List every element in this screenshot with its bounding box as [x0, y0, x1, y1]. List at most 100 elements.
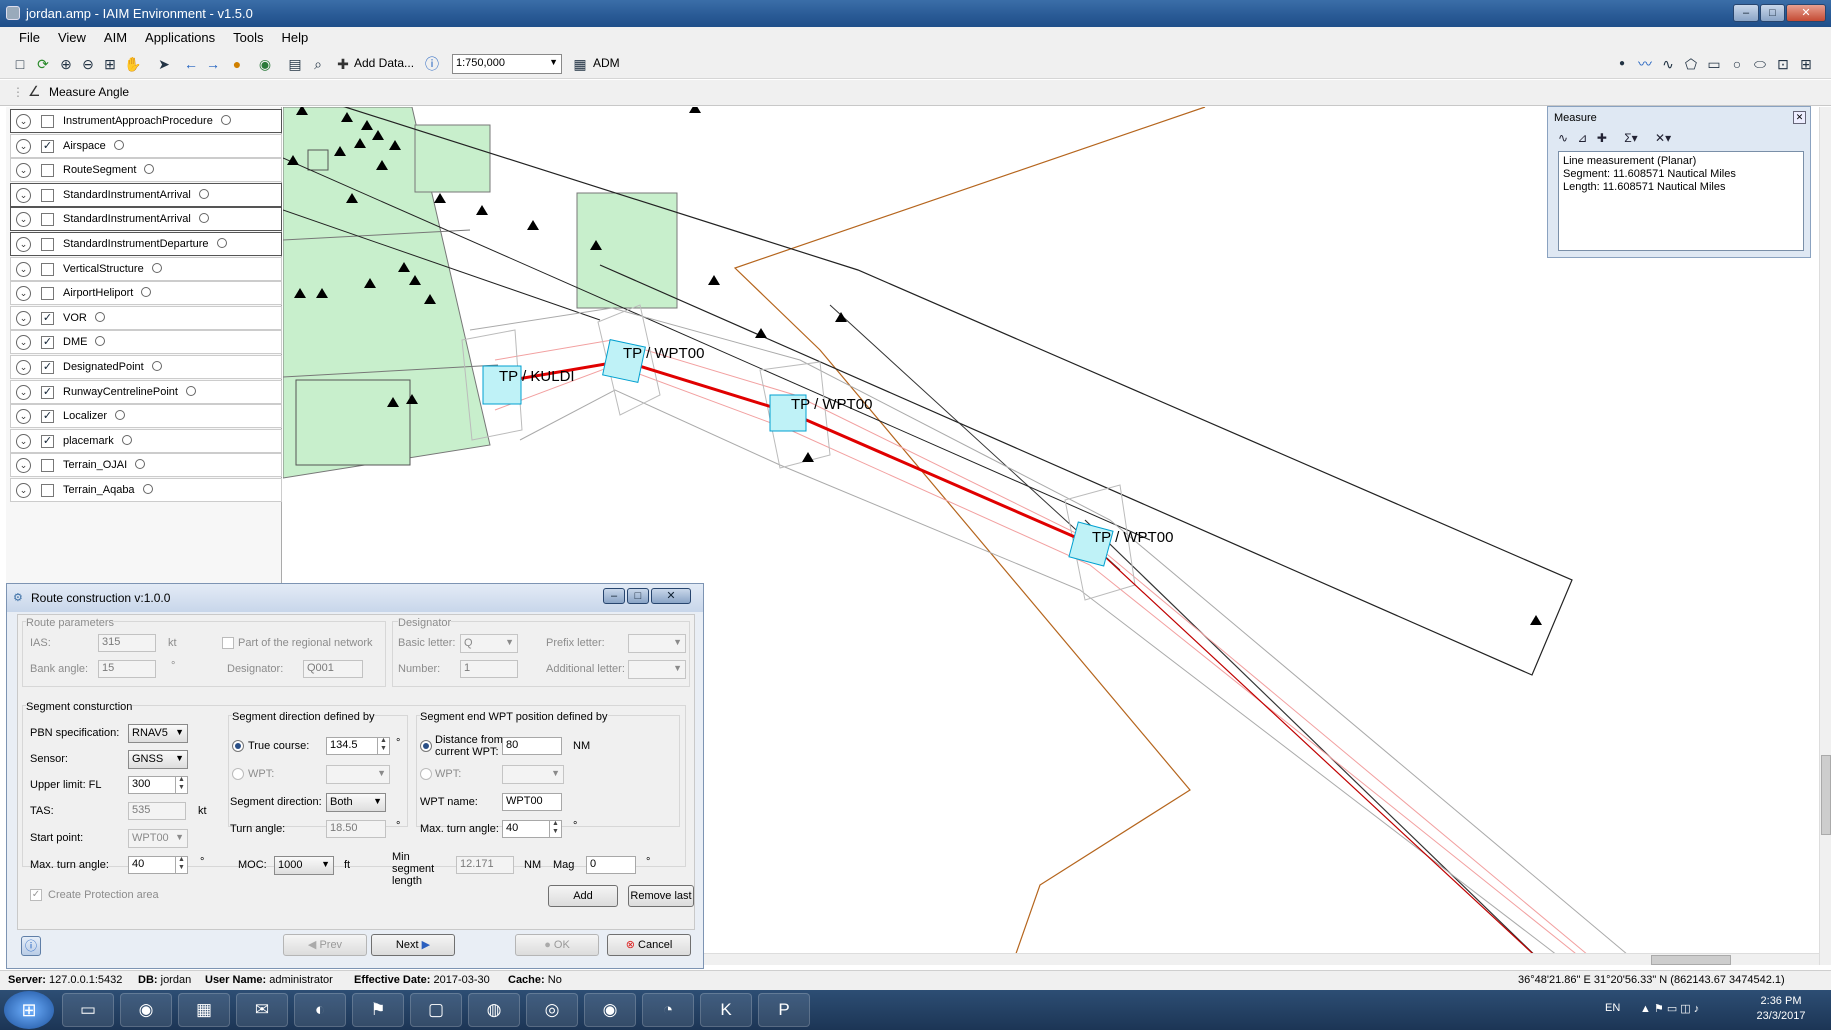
true-course-spinner[interactable]: ▲ ▼ [377, 737, 389, 755]
prefix-letter-dropdown[interactable]: ▼ [628, 634, 686, 653]
bank-angle-input[interactable]: 15 [98, 660, 156, 678]
layer-radio[interactable] [113, 139, 124, 150]
dialog-maximize-button[interactable]: □ [627, 588, 649, 604]
menu-tools[interactable]: Tools [224, 27, 272, 48]
layer-row[interactable]: ⌄ StandardInstrumentArrival [10, 182, 282, 207]
wpt-direction-radio[interactable] [232, 768, 244, 780]
measure-area-icon[interactable]: ⊿ [1577, 131, 1587, 145]
expand-icon[interactable]: ⌄ [16, 433, 31, 449]
sum-icon[interactable]: Σ▾ [1624, 131, 1637, 145]
start-button[interactable]: ⊞ [4, 991, 54, 1029]
layer-checkbox[interactable] [41, 459, 54, 473]
clear-icon[interactable]: ✕▾ [1655, 131, 1671, 145]
select-features-icon[interactable]: ⊡ [1773, 54, 1793, 74]
expand-icon[interactable]: ⌄ [16, 163, 31, 179]
expand-icon[interactable]: ⌄ [16, 286, 31, 302]
expand-icon[interactable]: ⌄ [16, 483, 31, 498]
layer-checkbox[interactable]: ✓ [41, 139, 54, 153]
find-icon[interactable]: ⌕ [308, 54, 328, 74]
layer-radio[interactable] [95, 336, 106, 347]
maximize-button[interactable]: □ [1760, 4, 1785, 22]
number-input[interactable]: 1 [460, 660, 518, 678]
zoom-out-icon[interactable]: ⊖ [78, 54, 98, 74]
edit-vertices-icon[interactable]: ⊞ [1796, 54, 1816, 74]
expand-icon[interactable]: ⌄ [16, 335, 31, 351]
layer-row[interactable]: ⌄ StandardInstrumentArrival [10, 207, 282, 232]
pointer-icon[interactable]: ➤ [154, 54, 174, 74]
layer-checkbox[interactable]: ✓ [41, 410, 54, 424]
layer-checkbox[interactable] [41, 213, 54, 227]
expand-icon[interactable]: ⌄ [16, 212, 31, 228]
measure-line-icon[interactable]: ∿ [1558, 131, 1568, 145]
upper-limit-spinner[interactable]: ▲ ▼ [175, 776, 187, 794]
segment-direction-dropdown[interactable]: Both ▼ [326, 793, 386, 812]
distance-radio[interactable] [420, 740, 432, 752]
create-protection-checkbox[interactable]: ✓ [30, 889, 42, 901]
vertical-scrollbar[interactable] [1819, 107, 1831, 965]
upper-limit-input[interactable]: 300 ▲ ▼ [128, 776, 188, 794]
expand-icon[interactable]: ⌄ [16, 310, 31, 326]
cancel-button[interactable]: ⊗ Cancel [607, 934, 691, 956]
min-segment-input[interactable]: 12.171 [456, 856, 514, 874]
layer-radio[interactable] [151, 262, 162, 273]
next-button[interactable]: Next ▶ [371, 934, 455, 956]
layer-radio[interactable] [198, 213, 209, 224]
zoom-in-icon[interactable]: ⊕ [56, 54, 76, 74]
measure-feature-icon[interactable]: ✚ [1597, 131, 1607, 145]
layer-radio[interactable] [121, 434, 132, 445]
layer-row[interactable]: ⌄ InstrumentApproachProcedure [10, 109, 282, 133]
chrome-2-icon[interactable]: ◉ [584, 993, 636, 1027]
add-data-icon[interactable]: ✚ [333, 54, 353, 74]
expand-icon[interactable]: ⌄ [16, 237, 31, 252]
distance-input[interactable]: 80 [502, 737, 562, 755]
earth-icon[interactable]: ◎ [526, 993, 578, 1027]
sensor-dropdown[interactable]: GNSS ▼ [128, 750, 188, 769]
layer-row[interactable]: ⌄ ✓ placemark [10, 428, 282, 453]
vertical-scroll-thumb[interactable] [1821, 755, 1831, 835]
wpt-end-dropdown[interactable]: ▼ [502, 765, 564, 784]
layers-icon[interactable]: ▤ [285, 54, 305, 74]
menu-view[interactable]: View [49, 27, 95, 48]
designator-input[interactable]: Q001 [303, 660, 363, 678]
ok-button[interactable]: ● OK [515, 934, 599, 956]
outlook-icon[interactable]: ✉ [236, 993, 288, 1027]
expand-icon[interactable]: ⌄ [16, 409, 31, 425]
layer-radio[interactable] [151, 361, 162, 371]
refresh-icon[interactable]: ⟳ [33, 54, 53, 74]
measure-angle-button[interactable]: Measure Angle [49, 85, 129, 99]
draw-rectangle-icon[interactable]: ▭ [1704, 54, 1724, 74]
clock[interactable]: 2:36 PM 23/3/2017 [1740, 994, 1822, 1024]
window-icon[interactable]: ▢ [410, 993, 462, 1027]
identify-icon[interactable]: ● [227, 54, 247, 74]
ias-input[interactable]: 315 [98, 634, 156, 652]
layer-radio[interactable] [115, 410, 126, 421]
basic-letter-dropdown[interactable]: Q ▼ [460, 634, 518, 653]
close-window-button[interactable]: ✕ [1786, 4, 1826, 22]
layer-row[interactable]: ⌄ AirportHeliport [10, 281, 282, 306]
pbn-dropdown[interactable]: RNAV5 ▼ [128, 724, 188, 743]
measure-angle-icon[interactable]: ∠ [28, 83, 41, 100]
add-button[interactable]: Add [548, 885, 618, 907]
layer-row[interactable]: ⌄ ✓ RunwayCentrelinePoint [10, 379, 282, 404]
expand-icon[interactable]: ⌄ [16, 114, 31, 129]
globe-icon[interactable]: ◉ [255, 54, 275, 74]
end-max-turn-input[interactable]: 40 ▲ ▼ [502, 820, 562, 838]
info-icon[interactable]: ⓘ [422, 54, 442, 74]
wpt-name-input[interactable]: WPT00 [502, 793, 562, 811]
layer-row[interactable]: ⌄ ✓ VOR [10, 305, 282, 330]
tray-icons[interactable]: ▲ ⚑ ▭ ◫ ♪ [1640, 1002, 1699, 1015]
expand-icon[interactable]: ⌄ [16, 384, 31, 400]
close-icon[interactable]: ✕ [1793, 111, 1806, 124]
regional-network-checkbox[interactable] [222, 637, 234, 649]
horizontal-scroll-thumb[interactable] [1651, 955, 1731, 965]
layer-checkbox[interactable] [41, 287, 54, 301]
additional-letter-dropdown[interactable]: ▼ [628, 660, 686, 679]
layer-checkbox[interactable] [41, 484, 54, 497]
kaspersky-icon[interactable]: K [700, 993, 752, 1027]
app-gauge-icon[interactable]: ◔ [642, 993, 694, 1027]
end-max-turn-spinner[interactable]: ▲ ▼ [549, 820, 561, 838]
layer-checkbox[interactable] [41, 238, 54, 251]
table-icon[interactable]: ▦ [570, 54, 590, 74]
wpt-direction-dropdown[interactable]: ▼ [326, 765, 390, 784]
wpt-end-radio[interactable] [420, 768, 432, 780]
